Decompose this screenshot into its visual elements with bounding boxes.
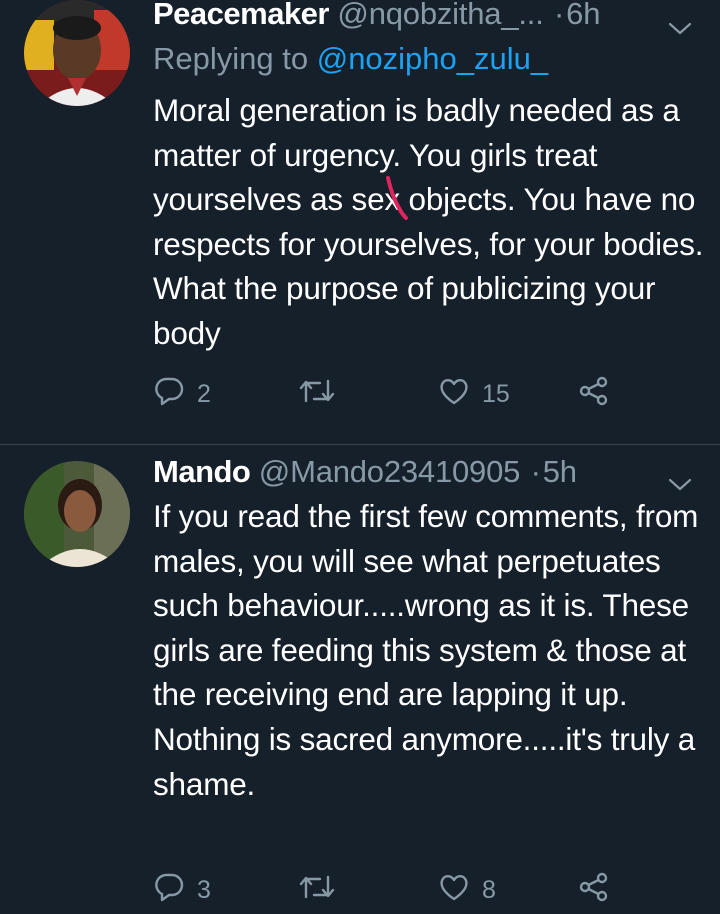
action-bar: 3 8 [153, 870, 623, 910]
tweet-header: Mando @Mando23410905 ·5h [153, 454, 692, 491]
like-icon [438, 375, 470, 414]
share-icon [578, 871, 610, 910]
tweet-text: Moral generation is badly needed as a ma… [153, 92, 704, 351]
share-button[interactable] [578, 374, 610, 414]
retweet-icon [298, 375, 336, 414]
retweet-button[interactable] [298, 870, 348, 910]
tweet-time[interactable]: 5h [543, 454, 577, 489]
author-handle[interactable]: @Mando23410905 [259, 454, 521, 489]
tweet-time[interactable]: 6h [566, 0, 600, 31]
author-handle[interactable]: @nqobzitha_... [337, 0, 543, 31]
like-icon [438, 871, 470, 910]
reply-button[interactable]: 3 [153, 870, 211, 910]
caret-down-icon[interactable] [668, 8, 692, 44]
reply-icon [153, 871, 185, 910]
like-button[interactable]: 8 [438, 870, 496, 910]
replying-to: Replying to @nozipho_zulu_ [153, 40, 548, 78]
reply-icon [153, 375, 185, 414]
reply-button[interactable]: 2 [153, 374, 211, 414]
mention-link[interactable]: @nozipho_zulu_ [317, 41, 548, 76]
avatar[interactable] [24, 0, 130, 106]
action-bar: 2 15 [153, 374, 623, 414]
avatar[interactable] [24, 461, 130, 567]
tweet[interactable]: Peacemaker @nqobzitha_... ·6h Replying t… [0, 0, 720, 445]
author-name[interactable]: Mando [153, 454, 251, 489]
retweet-button[interactable] [298, 374, 348, 414]
red-annotation-mark [384, 176, 414, 221]
reply-count: 2 [197, 379, 211, 408]
share-icon [578, 375, 610, 414]
tweet-text: If you read the first few comments, from… [153, 498, 699, 802]
retweet-icon [298, 871, 336, 910]
like-count: 15 [482, 379, 510, 408]
separator-dot: · [554, 0, 565, 31]
like-button[interactable]: 15 [438, 374, 510, 414]
tweet[interactable]: Mando @Mando23410905 ·5h If you read the… [0, 445, 720, 914]
author-name[interactable]: Peacemaker [153, 0, 330, 31]
reply-count: 3 [197, 875, 211, 904]
share-button[interactable] [578, 870, 610, 910]
replying-to-label: Replying to [153, 41, 309, 76]
tweet-header: Peacemaker @nqobzitha_... ·6h [153, 0, 692, 35]
like-count: 8 [482, 875, 496, 904]
separator-dot: · [530, 454, 541, 489]
